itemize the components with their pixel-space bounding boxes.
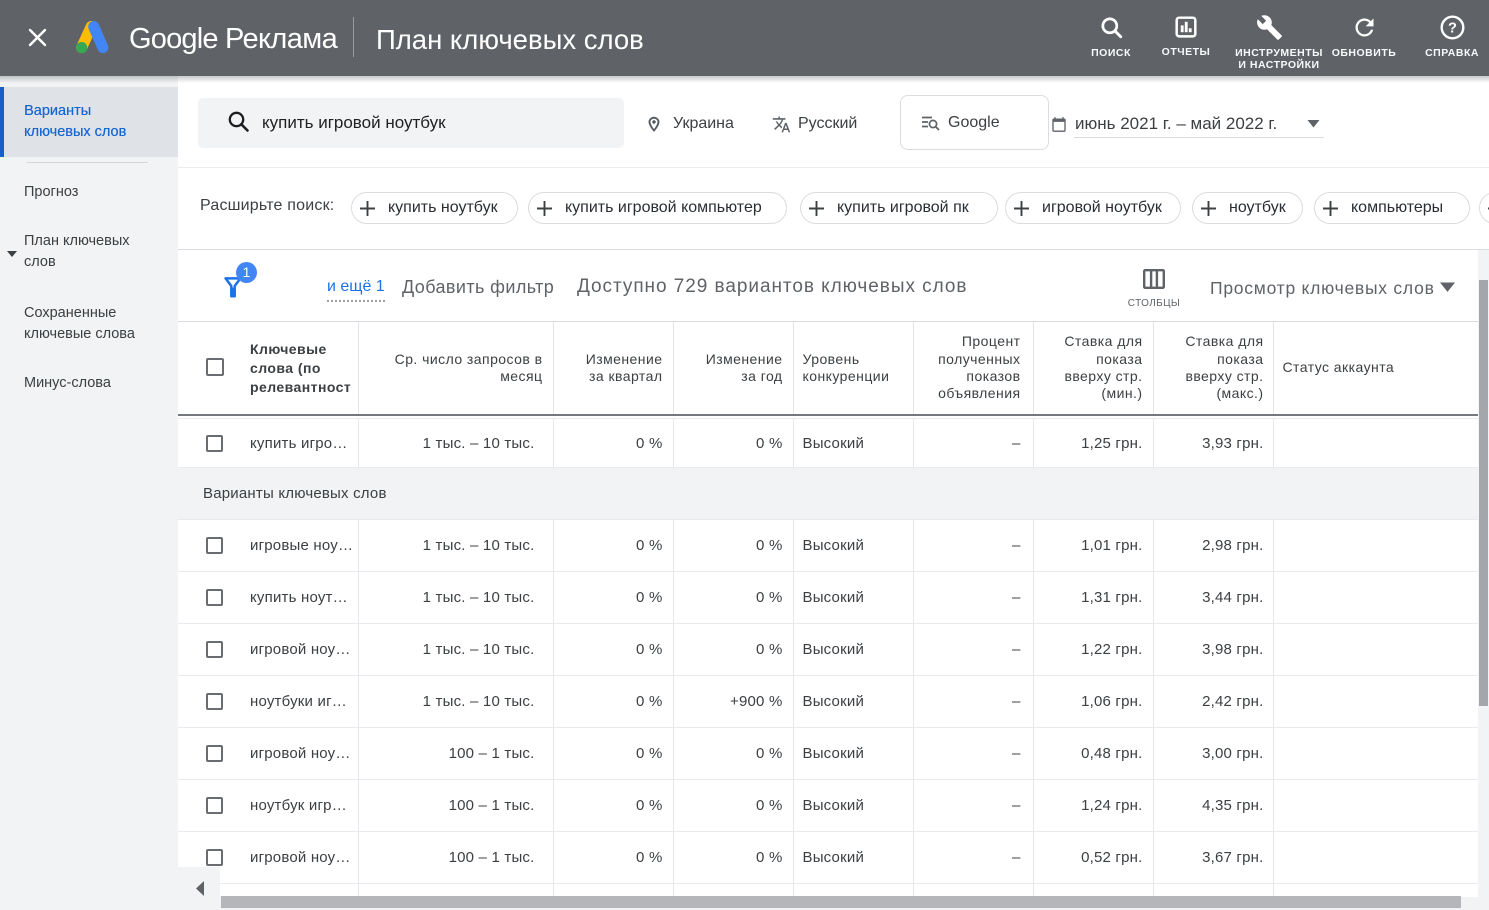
- svg-text:?: ?: [1448, 21, 1457, 37]
